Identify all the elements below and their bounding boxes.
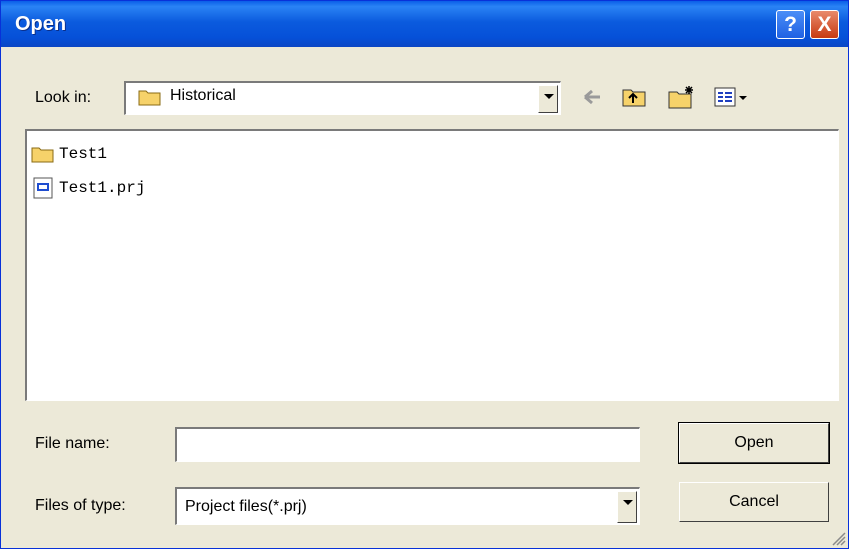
project-file-icon (33, 177, 53, 199)
file-name-field[interactable] (175, 427, 640, 462)
file-list[interactable]: Test1 Test1.prj (25, 129, 839, 401)
cancel-button[interactable]: Cancel (679, 482, 829, 522)
list-item-file[interactable]: Test1.prj (31, 177, 145, 199)
view-menu-icon[interactable] (713, 84, 753, 110)
folder-icon (138, 90, 161, 106)
title-bar[interactable]: Open ? X (1, 1, 848, 47)
files-of-type-label: Files of type: (35, 497, 126, 514)
look-in-dropdown-arrow[interactable] (538, 85, 558, 113)
up-folder-icon[interactable] (621, 84, 647, 110)
list-item-label: Test1 (59, 145, 108, 163)
help-button[interactable]: ? (776, 10, 805, 39)
folder-icon (31, 147, 54, 163)
resize-grip-icon[interactable] (831, 531, 846, 546)
files-of-type-select[interactable]: Project files(*.prj) (175, 487, 640, 525)
file-name-label: File name: (35, 435, 110, 452)
look-in-value: Historical (170, 87, 236, 104)
list-item-label: Test1.prj (59, 179, 146, 197)
new-folder-icon[interactable] (667, 84, 697, 110)
list-item-folder[interactable]: Test1 (31, 143, 107, 165)
files-of-type-value: Project files(*.prj) (185, 498, 307, 515)
dialog-title: Open (15, 13, 67, 35)
files-of-type-dropdown-arrow[interactable] (617, 491, 637, 523)
look-in-combo[interactable]: Historical (124, 81, 561, 115)
open-button[interactable]: Open (678, 422, 830, 464)
close-button[interactable]: X (810, 10, 839, 39)
back-arrow-icon[interactable] (581, 84, 603, 110)
look-in-label: Look in: (35, 89, 92, 106)
open-dialog: Open ? X Look in: Historical Test1 Test1… (0, 0, 849, 549)
